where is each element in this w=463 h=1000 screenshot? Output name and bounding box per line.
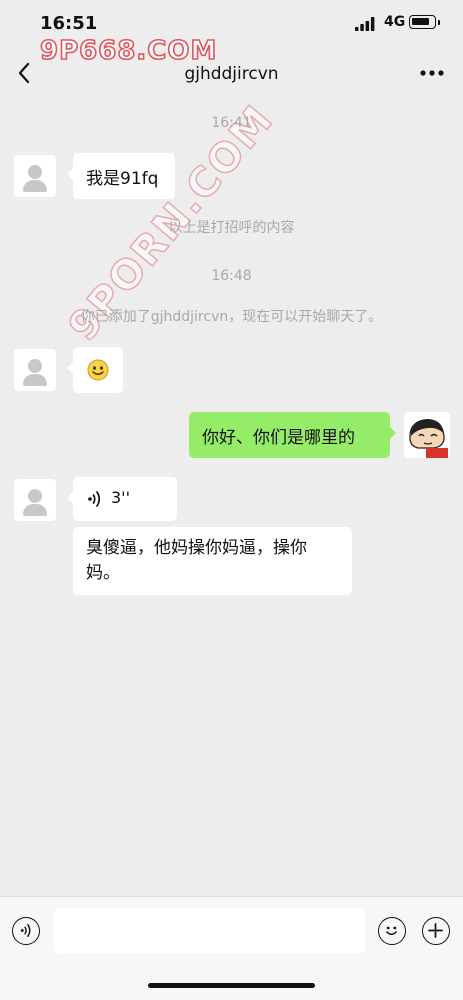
home-indicator: [148, 983, 315, 988]
smiley-icon: [386, 926, 397, 935]
contact-avatar[interactable]: [14, 155, 56, 197]
system-message: 你已添加了gjhddjircvn，现在可以开始聊天了。: [80, 309, 383, 325]
voice-icon: [20, 923, 31, 938]
emoji-button[interactable]: [378, 917, 406, 945]
user-avatar[interactable]: [404, 412, 450, 458]
more-icon[interactable]: [418, 62, 446, 84]
message-bubble-incoming[interactable]: 我是91fq: [67, 153, 175, 199]
signal-icon: [355, 17, 375, 31]
voice-wave-icon: [88, 491, 101, 507]
status-time: 16:51: [40, 13, 98, 34]
message-text: 我是91fq: [86, 169, 159, 189]
timestamp: 16:41: [211, 115, 252, 131]
smiling-face-emoji-icon: [87, 359, 109, 381]
add-more-button[interactable]: [422, 917, 450, 945]
chat-title: gjhddjircvn: [184, 64, 279, 84]
voice-message-bubble[interactable]: 3'': [67, 477, 177, 521]
voice-duration: 3'': [111, 488, 130, 507]
message-text: 臭傻逼，他妈操你妈逼，操你妈。: [86, 538, 307, 583]
contact-avatar[interactable]: [14, 349, 56, 391]
voice-input-button[interactable]: [12, 917, 40, 945]
message-input[interactable]: [54, 908, 365, 953]
timestamp: 16:48: [211, 268, 252, 284]
system-message: 以上是打招呼的内容: [168, 220, 295, 236]
watermark-logo: 9P668.COM: [39, 35, 218, 67]
message-text: 你好、你们是哪里的: [202, 428, 355, 448]
contact-avatar[interactable]: [14, 479, 56, 521]
message-bubble-incoming[interactable]: 臭傻逼，他妈操你妈逼，操你妈。: [73, 527, 352, 595]
battery-icon: [409, 15, 436, 29]
message-bubble-outgoing[interactable]: 你好、你们是哪里的: [189, 412, 396, 458]
message-bubble-incoming[interactable]: [67, 347, 123, 393]
battery-tip: [438, 20, 440, 25]
plus-icon: [428, 923, 443, 938]
network-type: 4G: [384, 14, 406, 30]
